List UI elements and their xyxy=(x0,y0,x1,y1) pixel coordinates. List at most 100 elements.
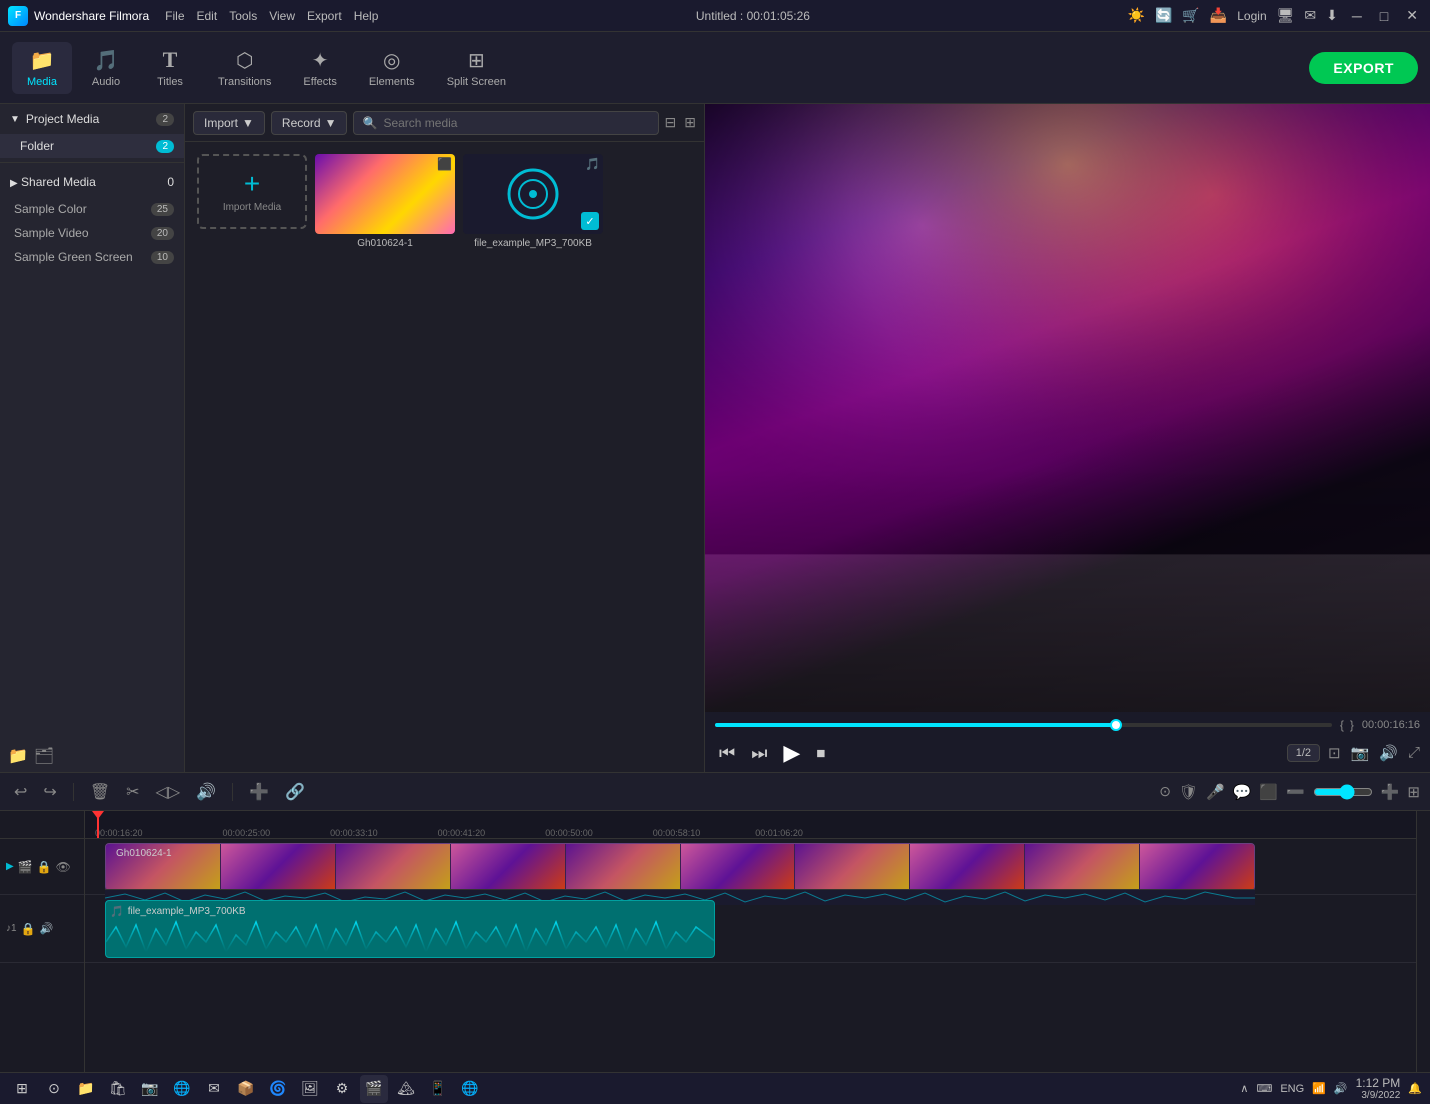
menu-help[interactable]: Help xyxy=(354,9,379,23)
search-input[interactable] xyxy=(383,116,649,130)
tool-effects[interactable]: ✦ Effects xyxy=(289,42,350,94)
media-item-audio1[interactable]: 🎵 ✓ file_example_MP3_700KB xyxy=(463,154,603,249)
tool-titles[interactable]: T Titles xyxy=(140,41,200,94)
taskbar-mail[interactable]: ✉ xyxy=(200,1075,228,1103)
title-bar-controls[interactable]: ☀️ 🔄 🛒 📥 Login 🖥 ✉ ⬇ ─ □ ✕ xyxy=(1128,5,1423,26)
voiceover-icon[interactable]: 🎤 xyxy=(1206,783,1225,801)
volume-icon[interactable]: 🔊 xyxy=(1379,744,1398,762)
zoom-range[interactable] xyxy=(1313,784,1373,800)
system-tray[interactable]: ∧ xyxy=(1240,1082,1248,1095)
progress-track[interactable] xyxy=(715,723,1332,727)
snapshot-icon[interactable]: 📷 xyxy=(1351,744,1370,762)
fit-timeline-icon[interactable]: ⊞ xyxy=(1407,783,1420,801)
taskbar-settings[interactable]: ⚙ xyxy=(328,1075,356,1103)
tool-transitions[interactable]: ⬡ Transitions xyxy=(204,42,285,94)
search-bar[interactable]: 🔍 xyxy=(353,111,658,135)
cut-button[interactable]: ✂ xyxy=(122,780,143,804)
audio-adjust-button[interactable]: 🔊 xyxy=(192,780,220,804)
timeline-scrollbar[interactable] xyxy=(1416,811,1430,1072)
shared-media-header[interactable]: ▶ Shared Media 0 xyxy=(0,167,184,197)
add-track-button[interactable]: ➕ xyxy=(245,780,273,804)
menu-edit[interactable]: Edit xyxy=(197,9,218,23)
taskbar-dropbox[interactable]: 📦 xyxy=(232,1075,260,1103)
maximize-button[interactable]: □ xyxy=(1376,6,1392,26)
delete-button[interactable]: 🗑 xyxy=(86,780,114,804)
mask-icon[interactable]: 🛡 xyxy=(1179,783,1198,801)
menu-view[interactable]: View xyxy=(269,9,295,23)
taskbar-chrome[interactable]: 🌐 xyxy=(168,1075,196,1103)
ratio-dropdown[interactable]: 1/2 xyxy=(1287,744,1320,762)
menu-bar[interactable]: File Edit Tools View Export Help xyxy=(165,9,378,23)
subtitle-icon[interactable]: 💬 xyxy=(1233,783,1252,801)
new-folder-icon[interactable]: 📁 xyxy=(8,746,28,766)
start-button[interactable]: ⊞ xyxy=(8,1075,36,1103)
audio-clip-1[interactable]: 🎵 file_example_MP3_700KB xyxy=(105,900,715,958)
redo-button[interactable]: ↪ xyxy=(39,780,60,804)
out-point-icon[interactable]: } xyxy=(1350,718,1354,732)
tool-split-screen[interactable]: ⊞ Split Screen xyxy=(433,42,520,94)
eye-icon[interactable]: 👁 xyxy=(56,860,71,874)
link-button[interactable]: 🔗 xyxy=(281,780,309,804)
go-start-button[interactable]: ⏮ xyxy=(715,741,739,766)
menu-export[interactable]: Export xyxy=(307,9,342,23)
volume-taskbar-icon[interactable]: 🔊 xyxy=(1334,1082,1348,1095)
menu-file[interactable]: File xyxy=(165,9,184,23)
timeline-ruler[interactable]: 00:00:16:20 00:00:25:00 00:00:33:10 00:0… xyxy=(85,811,1416,839)
filter-icon[interactable]: ⊟ xyxy=(665,114,677,131)
tool-media[interactable]: 📁 Media xyxy=(12,42,72,94)
update-icon[interactable]: 🔄 xyxy=(1155,7,1172,24)
mail-icon[interactable]: ✉ xyxy=(1304,7,1316,24)
folder-row[interactable]: Folder 2 xyxy=(0,134,184,158)
video-track-expand-icon[interactable]: ▶ xyxy=(6,861,14,872)
plus-icon[interactable]: ➕ xyxy=(1381,783,1400,801)
wifi-icon[interactable]: 📶 xyxy=(1312,1082,1326,1095)
minimize-button[interactable]: ─ xyxy=(1348,6,1366,26)
sun-icon[interactable]: ☀️ xyxy=(1128,7,1145,24)
sidebar-item-sample-green[interactable]: Sample Green Screen 10 xyxy=(0,245,184,269)
taskbar-filmora[interactable]: 🎬 xyxy=(360,1075,388,1103)
taskbar-icon-16[interactable]: 🌐 xyxy=(456,1075,484,1103)
import-placeholder[interactable]: + Import Media xyxy=(197,154,307,229)
notification-icon[interactable]: 🔔 xyxy=(1408,1082,1422,1095)
login-btn[interactable]: Login xyxy=(1237,9,1266,23)
sidebar-item-sample-video[interactable]: Sample Video 20 xyxy=(0,221,184,245)
zoom-slider[interactable] xyxy=(1313,784,1373,800)
download-icon[interactable]: 📥 xyxy=(1210,7,1227,24)
record-dropdown[interactable]: Record ▼ xyxy=(271,111,348,135)
taskbar-edge[interactable]: 🌀 xyxy=(264,1075,292,1103)
progress-thumb[interactable] xyxy=(1110,719,1122,731)
media-icon[interactable]: 🖥 xyxy=(1277,7,1295,24)
project-media-header[interactable]: ▼ Project Media 2 xyxy=(0,104,184,134)
search-taskbar[interactable]: ⊙ xyxy=(40,1075,68,1103)
prev-frame-button[interactable]: ⏭ xyxy=(747,741,771,766)
playhead[interactable] xyxy=(97,811,99,838)
audio-volume-icon[interactable]: 🔊 xyxy=(40,922,54,935)
in-point-icon[interactable]: { xyxy=(1340,718,1344,732)
menu-tools[interactable]: Tools xyxy=(229,9,257,23)
color-correct-icon[interactable]: ⊙ xyxy=(1159,783,1171,800)
taskbar-photos[interactable]: 📷 xyxy=(136,1075,164,1103)
adjust-left-button[interactable]: ◁▷ xyxy=(152,780,185,804)
taskbar-icon-15[interactable]: 📱 xyxy=(424,1075,452,1103)
download2-icon[interactable]: ⬇ xyxy=(1326,7,1338,24)
aspect-icon[interactable]: ⬛ xyxy=(1259,783,1278,801)
close-button[interactable]: ✕ xyxy=(1402,5,1422,26)
stop-button[interactable]: ⏹ xyxy=(812,741,829,766)
tool-audio[interactable]: 🎵 Audio xyxy=(76,42,136,94)
video-clip[interactable]: Gh010624-1 xyxy=(105,843,1255,891)
delete-folder-icon[interactable]: 🗂 xyxy=(34,746,54,766)
undo-button[interactable]: ↩ xyxy=(10,780,31,804)
import-dropdown[interactable]: Import ▼ xyxy=(193,111,265,135)
export-button[interactable]: EXPORT xyxy=(1309,52,1418,84)
tool-elements[interactable]: ◎ Elements xyxy=(355,42,429,94)
lock-icon[interactable]: 🔒 xyxy=(37,860,52,874)
cart-icon[interactable]: 🛒 xyxy=(1182,7,1199,24)
grid-view-icon[interactable]: ⊞ xyxy=(684,114,696,131)
taskbar-photos2[interactable]: 🖼 xyxy=(296,1075,324,1103)
sidebar-item-sample-color[interactable]: Sample Color 25 xyxy=(0,197,184,221)
fullscreen-icon[interactable]: ⤢ xyxy=(1408,744,1420,762)
media-item-video1[interactable]: ⬛ Gh010624-1 xyxy=(315,154,455,249)
play-button[interactable]: ▶ xyxy=(779,738,804,768)
audio-lock-icon[interactable]: 🔒 xyxy=(21,922,36,936)
crop-icon[interactable]: ⊡ xyxy=(1328,744,1341,762)
